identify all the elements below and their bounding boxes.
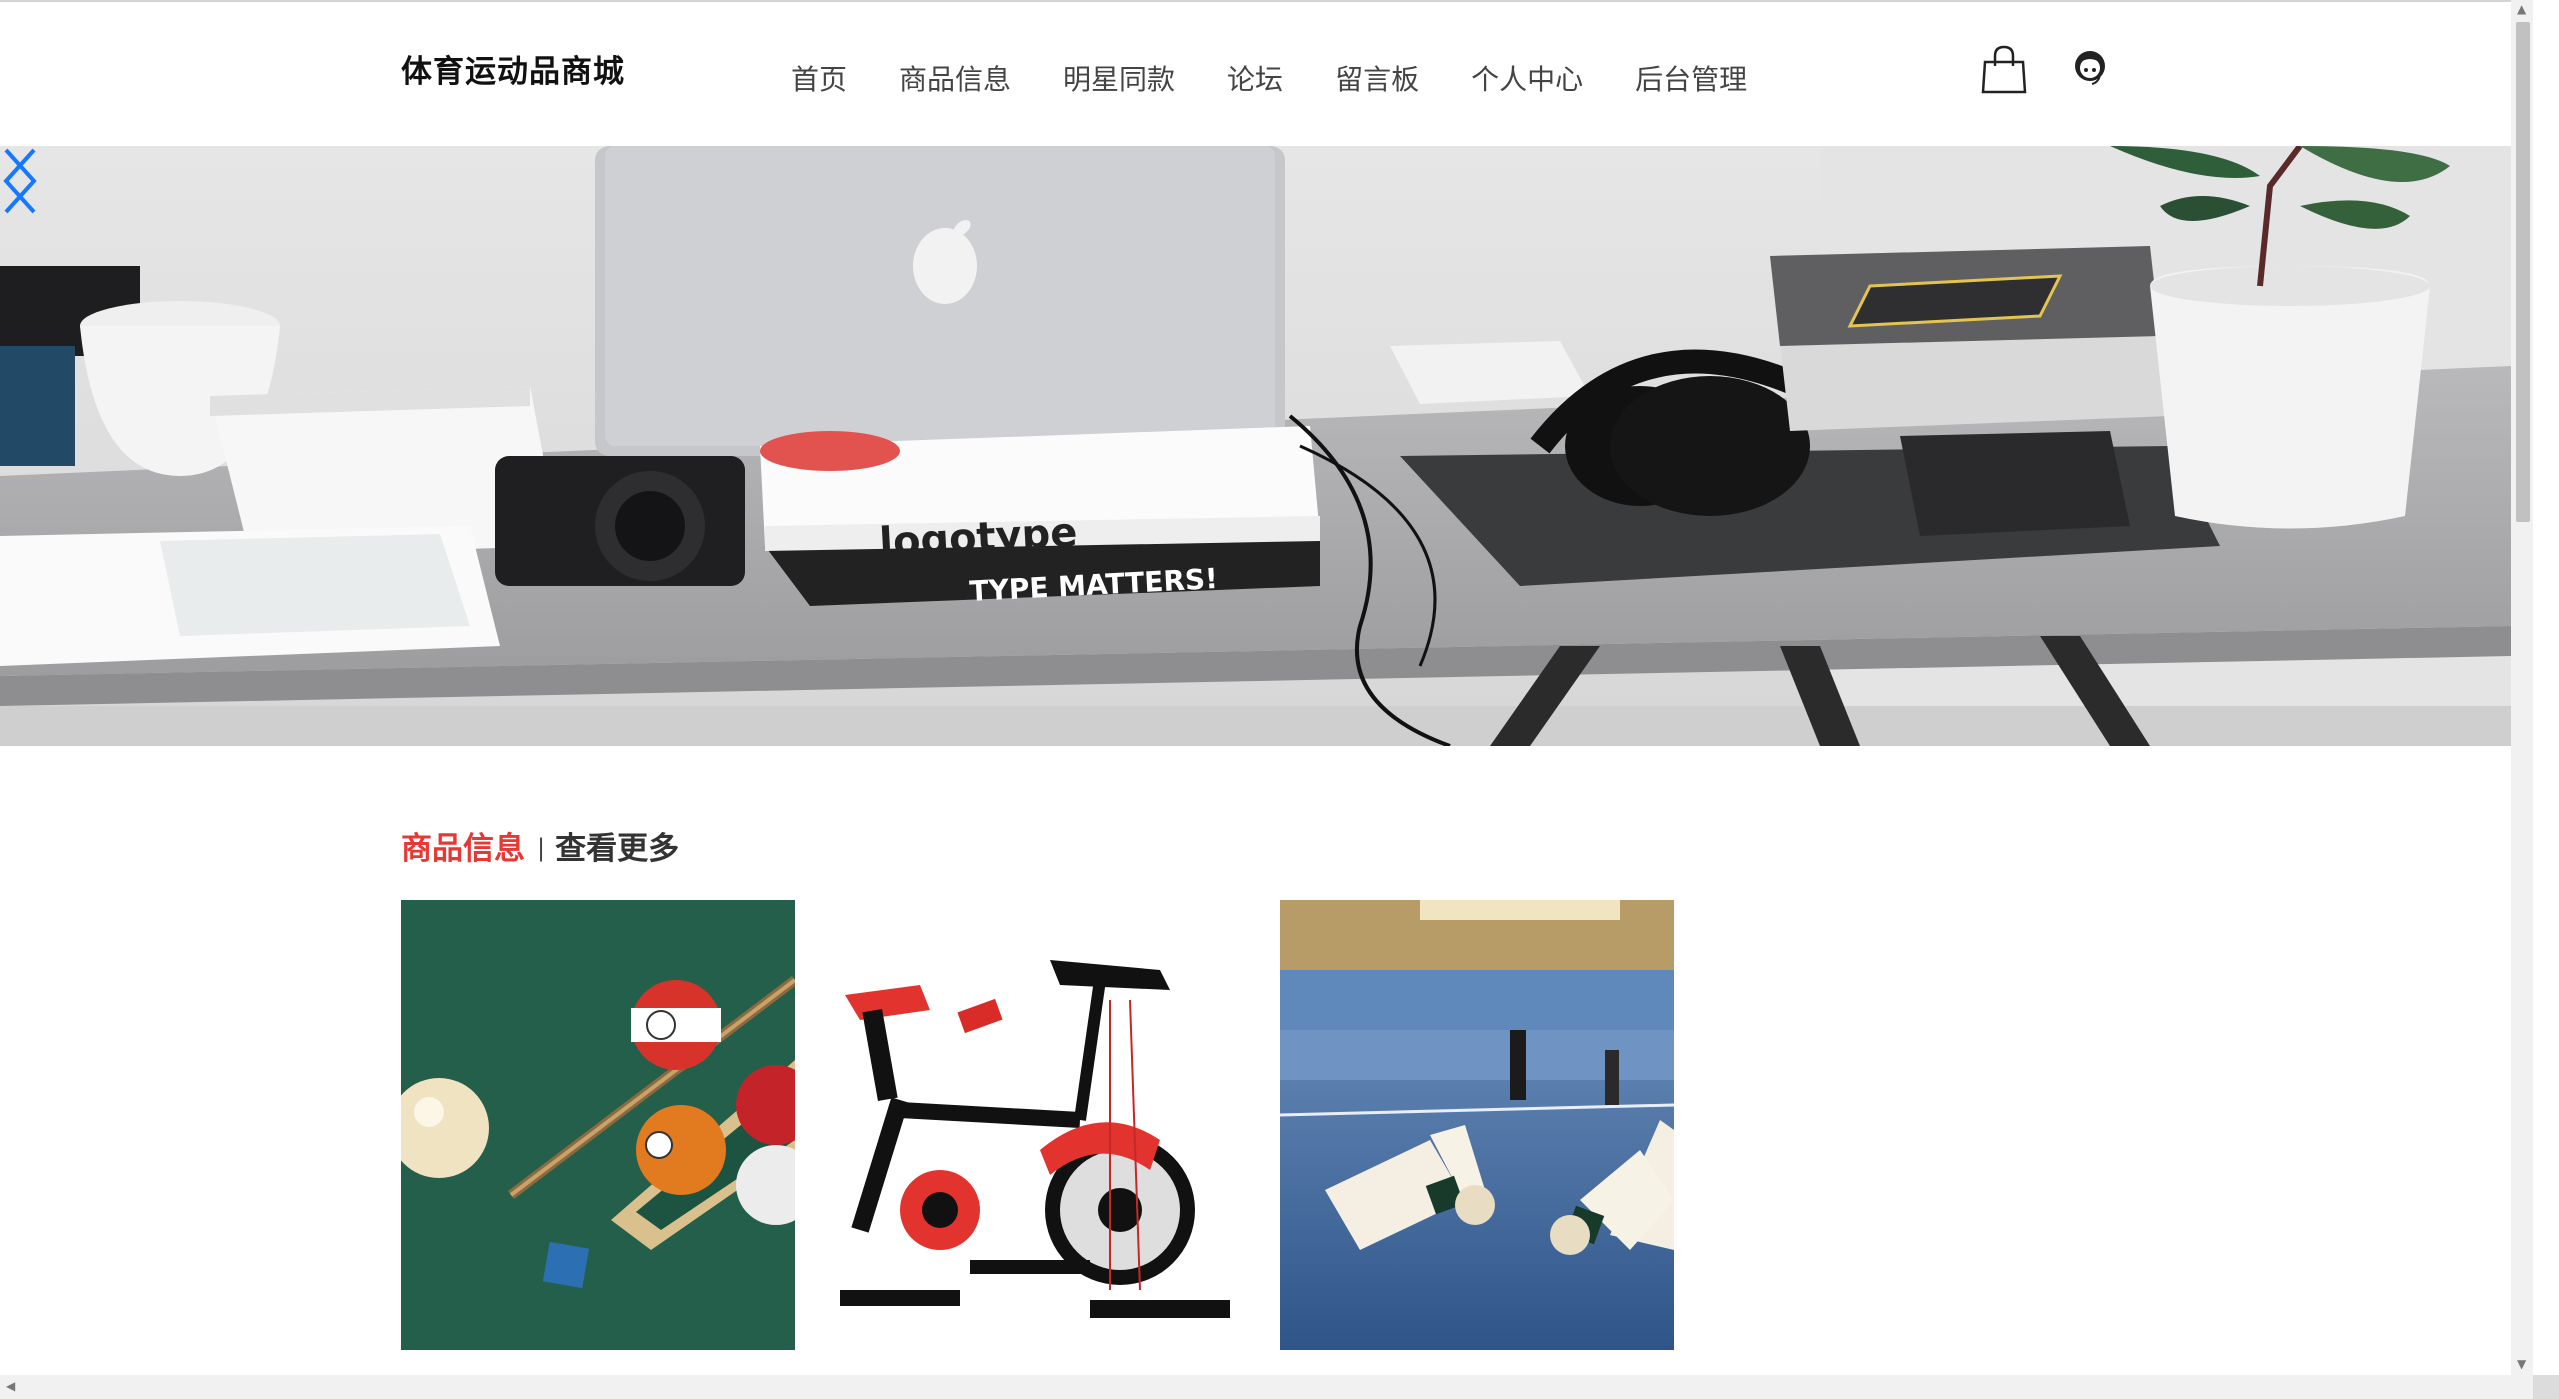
section-separator: | — [537, 834, 546, 862]
product-card-billiards[interactable] — [401, 900, 795, 1350]
customer-service-icon[interactable] — [2070, 46, 2110, 90]
site-header: 体育运动品商城 首页 商品信息 明星同款 论坛 留言板 个人中心 后台管理 — [0, 2, 2511, 146]
main-nav: 首页 商品信息 明星同款 论坛 留言板 个人中心 后台管理 — [791, 58, 1799, 98]
site-logo[interactable]: 体育运动品商城 — [401, 46, 625, 91]
product-card-exercise-bike[interactable] — [840, 900, 1234, 1350]
badminton-image — [1280, 900, 1674, 1350]
exercise-bike-image — [840, 900, 1234, 1350]
carousel-next-arrow-icon[interactable] — [0, 146, 40, 216]
scroll-down-icon[interactable]: ▼ — [2517, 1357, 2526, 1371]
product-card-badminton[interactable] — [1280, 900, 1674, 1350]
section-heading: 商品信息 | 查看更多 — [401, 823, 679, 868]
nav-admin[interactable]: 后台管理 — [1635, 58, 1747, 98]
hero-carousel[interactable]: logotype TYPE MATTERS! — [0, 146, 2511, 746]
shopping-bag-icon[interactable] — [1981, 44, 2027, 94]
nav-products[interactable]: 商品信息 — [899, 58, 1011, 98]
scroll-left-icon[interactable]: ◀ — [6, 1379, 15, 1393]
scroll-up-icon[interactable]: ▲ — [2517, 2, 2526, 16]
horizontal-scrollbar[interactable]: ◀ — [0, 1375, 2533, 1399]
section-title: 商品信息 — [401, 831, 525, 867]
nav-message-board[interactable]: 留言板 — [1335, 58, 1419, 98]
nav-home[interactable]: 首页 — [791, 58, 847, 98]
nav-forum[interactable]: 论坛 — [1227, 58, 1283, 98]
billiards-image — [401, 900, 795, 1350]
hero-image: logotype TYPE MATTERS! — [0, 146, 2511, 746]
window-gutter — [2533, 0, 2559, 1375]
view-more-link[interactable]: 查看更多 — [555, 831, 679, 867]
vertical-scroll-thumb[interactable] — [2516, 22, 2530, 522]
nav-profile[interactable]: 个人中心 — [1471, 58, 1583, 98]
nav-celebrity[interactable]: 明星同款 — [1063, 58, 1175, 98]
scrollbar-corner — [2533, 1375, 2559, 1399]
